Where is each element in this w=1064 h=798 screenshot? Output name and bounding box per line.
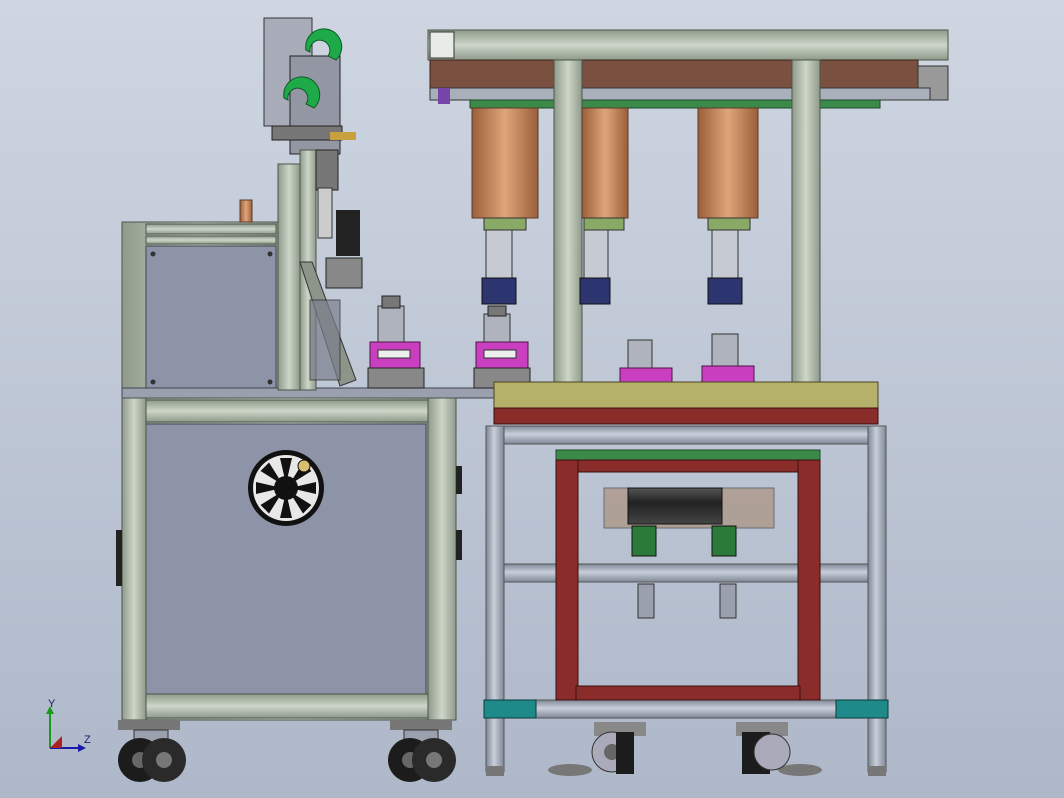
fan-icon: [248, 450, 324, 526]
right-table[interactable]: [483, 381, 889, 776]
machine-assembly-view[interactable]: [0, 0, 1064, 798]
press-head-3[interactable]: [697, 107, 759, 305]
fixture-right-1[interactable]: [619, 339, 673, 385]
caster-left-2: [388, 720, 456, 782]
caster-left-1: [118, 720, 186, 782]
press-head-2[interactable]: [579, 107, 629, 305]
upper-cabinet-door: [145, 245, 277, 389]
axis-y-label: Y: [48, 698, 56, 710]
press-head-1[interactable]: [471, 107, 539, 305]
caster-right-2: [736, 722, 791, 774]
feeder-tower[interactable]: [263, 17, 363, 391]
caster-right-1: [591, 722, 646, 774]
axis-z-label: Z: [84, 734, 91, 746]
fixture-left-1[interactable]: [367, 295, 425, 389]
fixture-left-2[interactable]: [473, 305, 531, 389]
axis-triad-icon: Y Z: [40, 698, 100, 758]
cad-viewport[interactable]: Y Z: [0, 0, 1064, 798]
fixture-right-2[interactable]: [701, 333, 755, 385]
